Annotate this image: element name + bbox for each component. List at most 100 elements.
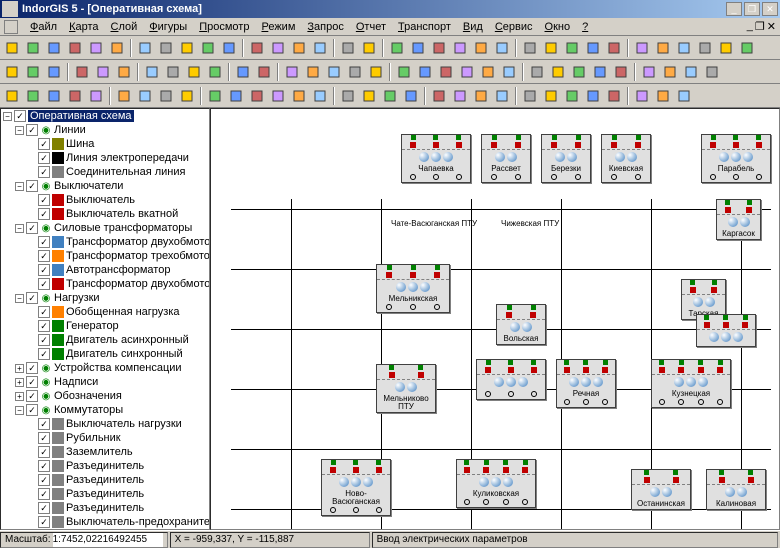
checkbox-icon[interactable]: ✓: [38, 166, 50, 178]
tree-node[interactable]: −✓◉Нагрузки: [1, 291, 209, 305]
toolbar-button[interactable]: [310, 38, 330, 58]
toolbar-button[interactable]: [590, 62, 610, 82]
menu-файл[interactable]: Файл: [24, 20, 63, 34]
checkbox-icon[interactable]: ✓: [38, 250, 50, 262]
toolbar-button[interactable]: [429, 38, 449, 58]
toolbar-button[interactable]: [541, 38, 561, 58]
tree-node[interactable]: ✓Разъединитель: [1, 487, 209, 501]
breaker-icon[interactable]: [678, 367, 684, 373]
collapse-icon[interactable]: −: [15, 406, 24, 415]
tree-node[interactable]: ✓Разъединитель: [1, 501, 209, 515]
collapse-icon[interactable]: −: [15, 294, 24, 303]
toolbar-button[interactable]: [695, 38, 715, 58]
checkbox-icon[interactable]: ✓: [26, 124, 38, 136]
tree-node[interactable]: ✓Заземлитель: [1, 445, 209, 459]
breaker-icon[interactable]: [733, 142, 739, 148]
breaker-icon[interactable]: [717, 367, 723, 373]
toolbar-button[interactable]: [268, 86, 288, 106]
breaker-icon[interactable]: [698, 367, 704, 373]
toolbar-button[interactable]: [604, 86, 624, 106]
toolbar-button[interactable]: [520, 38, 540, 58]
toolbar-button[interactable]: [86, 38, 106, 58]
toolbar-button[interactable]: [492, 86, 512, 106]
toolbar-button[interactable]: [450, 86, 470, 106]
toolbar-button[interactable]: [737, 38, 757, 58]
breaker-icon[interactable]: [723, 322, 729, 328]
layer-tree-panel[interactable]: −✓Оперативная схема−✓◉Линии✓Шина✓Линия э…: [0, 108, 210, 530]
toolbar-button[interactable]: [23, 62, 43, 82]
breaker-icon[interactable]: [673, 477, 679, 483]
visibility-icon[interactable]: ◉: [40, 362, 52, 374]
breaker-icon[interactable]: [353, 467, 359, 473]
toolbar-button[interactable]: [639, 62, 659, 82]
checkbox-icon[interactable]: ✓: [38, 432, 50, 444]
checkbox-icon[interactable]: ✓: [38, 208, 50, 220]
breaker-icon[interactable]: [491, 142, 497, 148]
menu-вид[interactable]: Вид: [457, 20, 489, 34]
substation-Мельниково ПТУ[interactable]: Мельниково ПТУ: [376, 364, 436, 413]
toolbar-button[interactable]: [23, 38, 43, 58]
toolbar-button[interactable]: [177, 38, 197, 58]
checkbox-icon[interactable]: ✓: [38, 306, 50, 318]
toolbar-button[interactable]: [611, 62, 631, 82]
substation-Парабель[interactable]: Парабель: [701, 134, 771, 183]
breaker-icon[interactable]: [522, 467, 528, 473]
toolbar-button[interactable]: [23, 86, 43, 106]
substation-Мельникская[interactable]: Мельникская: [376, 264, 450, 313]
toolbar-button[interactable]: [380, 86, 400, 106]
tree-node[interactable]: ✓Трансформатор трехобмоточный: [1, 249, 209, 263]
checkbox-icon[interactable]: ✓: [38, 502, 50, 514]
mdi-restore-button[interactable]: ❐: [755, 20, 765, 33]
checkbox-icon[interactable]: ✓: [38, 516, 50, 528]
toolbar-button[interactable]: [282, 62, 302, 82]
toolbar-button[interactable]: [478, 62, 498, 82]
toolbar-button[interactable]: [219, 38, 239, 58]
toolbar-button[interactable]: [65, 86, 85, 106]
breaker-icon[interactable]: [719, 477, 725, 483]
toolbar-button[interactable]: [254, 62, 274, 82]
minimize-button[interactable]: _: [726, 2, 742, 16]
toolbar-button[interactable]: [184, 62, 204, 82]
toolbar-button[interactable]: [289, 38, 309, 58]
breaker-icon[interactable]: [389, 372, 395, 378]
toolbar-button[interactable]: [198, 38, 218, 58]
breaker-icon[interactable]: [418, 372, 424, 378]
toolbar-button[interactable]: [44, 38, 64, 58]
tree-node[interactable]: ✓Двигатель асинхронный: [1, 333, 209, 347]
substation-Березки[interactable]: Березки: [541, 134, 591, 183]
toolbar-button[interactable]: [338, 38, 358, 58]
checkbox-icon[interactable]: ✓: [26, 292, 38, 304]
toolbar-button[interactable]: [562, 38, 582, 58]
toolbar-button[interactable]: [527, 62, 547, 82]
toolbar-button[interactable]: [2, 86, 22, 106]
tree-node[interactable]: ✓Шина: [1, 137, 209, 151]
toolbar-button[interactable]: [247, 86, 267, 106]
toolbar-button[interactable]: [653, 86, 673, 106]
menu-сервис[interactable]: Сервис: [489, 20, 539, 34]
checkbox-icon[interactable]: ✓: [26, 376, 38, 388]
checkbox-icon[interactable]: ✓: [38, 474, 50, 486]
toolbar-button[interactable]: [674, 38, 694, 58]
toolbar-button[interactable]: [324, 62, 344, 82]
toolbar-button[interactable]: [205, 86, 225, 106]
toolbar-button[interactable]: [93, 62, 113, 82]
expand-icon[interactable]: +: [15, 392, 24, 401]
toolbar-button[interactable]: [520, 86, 540, 106]
toolbar-button[interactable]: [135, 38, 155, 58]
menu-транспорт[interactable]: Транспорт: [392, 20, 457, 34]
visibility-icon[interactable]: ◉: [40, 376, 52, 388]
checkbox-icon[interactable]: ✓: [26, 180, 38, 192]
toolbar-button[interactable]: [366, 62, 386, 82]
breaker-icon[interactable]: [531, 367, 537, 373]
collapse-icon[interactable]: −: [3, 112, 12, 121]
menu-запрос[interactable]: Запрос: [301, 20, 349, 34]
toolbar-button[interactable]: [499, 62, 519, 82]
visibility-icon[interactable]: ◉: [40, 292, 52, 304]
substation-Речная[interactable]: Речная: [556, 359, 616, 408]
breaker-icon[interactable]: [564, 367, 570, 373]
breaker-icon[interactable]: [376, 467, 382, 473]
toolbar-button[interactable]: [653, 38, 673, 58]
expand-icon[interactable]: +: [15, 378, 24, 387]
menu-слой[interactable]: Слой: [105, 20, 144, 34]
mdi-icon[interactable]: [4, 20, 18, 34]
